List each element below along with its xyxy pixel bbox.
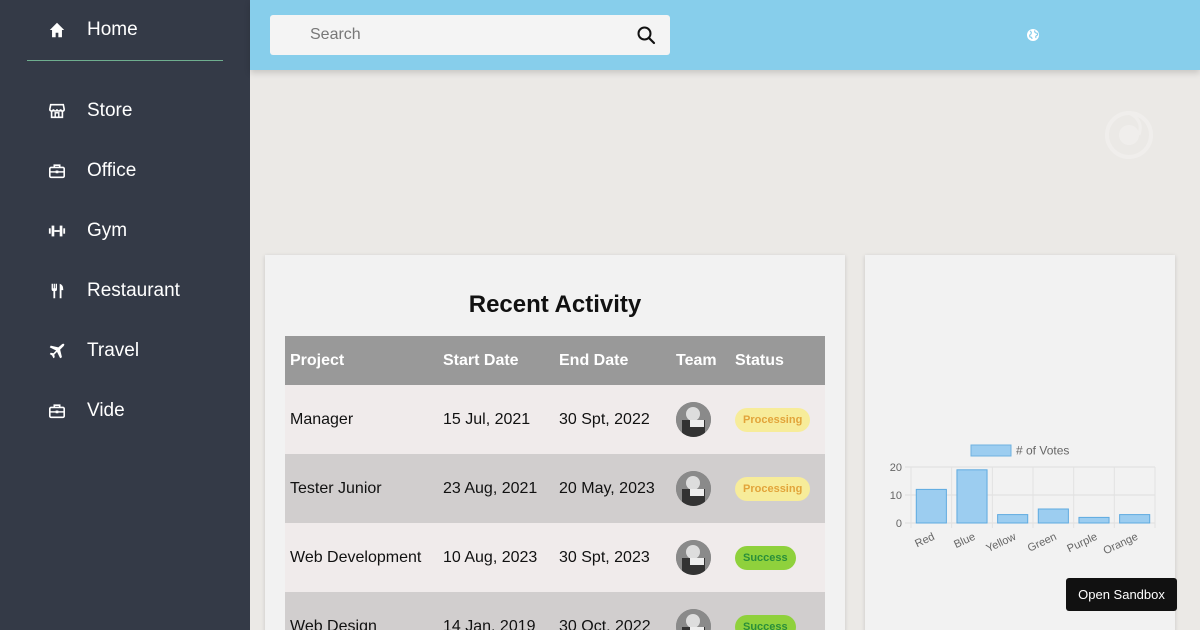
x-tick-label: Orange [1102, 531, 1140, 557]
end-date-cell: 20 May, 2023 [554, 454, 671, 523]
status-badge: Success [735, 545, 796, 570]
sidebar-item-label: Gym [87, 220, 128, 241]
card-title: Recent Activity [468, 291, 642, 318]
x-tick-label: Green [1026, 531, 1059, 555]
bar[interactable] [1078, 516, 1110, 524]
sidebar-item-travel[interactable]: Travel [46, 336, 139, 366]
watermark-logo-icon [1104, 110, 1154, 160]
open-sandbox-button[interactable]: Open Sandbox [1066, 578, 1177, 611]
legend-label[interactable]: # of Votes [1016, 444, 1069, 458]
search-input[interactable] [270, 15, 625, 55]
y-tick-label: 20 [890, 462, 902, 474]
status-cell: Success [730, 592, 825, 630]
status-badge: Processing [735, 476, 811, 501]
start-date-cell: 10 Aug, 2023 [438, 523, 554, 592]
column-header: Start Date [438, 336, 554, 385]
bar-chart: # of Votes 0 10 20 Red Blue Yellow Green Purple O… [890, 444, 1156, 557]
team-cell [671, 385, 730, 454]
sidebar-item-label: Vide [87, 400, 125, 421]
bar[interactable] [1119, 514, 1151, 524]
avatar[interactable] [676, 609, 711, 630]
search-icon[interactable] [636, 25, 656, 45]
sidebar-item-store[interactable]: Store [46, 96, 132, 126]
sidebar-item-gym[interactable]: Gym [46, 216, 127, 246]
status-cell: Processing [730, 454, 825, 523]
sidebar: Home Store Office Gym Restaurant Travel [0, 0, 250, 630]
column-header: Status [730, 336, 825, 385]
avatar[interactable] [676, 540, 711, 575]
avatar[interactable] [676, 471, 711, 506]
top-header [250, 0, 1200, 70]
y-tick-label: 0 [896, 518, 902, 530]
votes-chart-card: # of Votes 0 10 20 Red Blue Yellow Green Purple O… [865, 255, 1175, 630]
utensils-icon [46, 280, 68, 302]
end-date-cell: 30 Spt, 2023 [554, 523, 671, 592]
table-row[interactable]: Web Development 10 Aug, 2023 30 Spt, 2023 S… [285, 523, 825, 592]
briefcase-icon [46, 160, 68, 182]
bar[interactable] [915, 488, 947, 524]
column-header: Project [285, 336, 438, 385]
home-icon [46, 19, 68, 41]
bar[interactable] [1037, 508, 1069, 524]
project-cell: Tester Junior [285, 454, 438, 523]
x-tick-label: Yellow [984, 531, 1018, 555]
sidebar-item-label: Restaurant [87, 280, 180, 301]
search-box [270, 15, 670, 55]
table-row[interactable]: Tester Junior 23 Aug, 2021 20 May, 2023 Pro… [285, 454, 825, 523]
column-header: End Date [554, 336, 671, 385]
status-badge: Success [735, 614, 796, 630]
table-row[interactable]: Manager 15 Jul, 2021 30 Spt, 2022 Processin… [285, 385, 825, 454]
sidebar-item-label: Travel [87, 340, 140, 361]
end-date-cell: 30 Oct, 2022 [554, 592, 671, 630]
bar[interactable] [997, 514, 1029, 524]
project-cell: Manager [285, 385, 438, 454]
team-cell [671, 523, 730, 592]
table-row[interactable]: Web Design 14 Jan, 2019 30 Oct, 2022 Succes… [285, 592, 825, 630]
x-tick-label: Red [913, 531, 936, 550]
bar[interactable] [956, 469, 988, 524]
team-cell [671, 454, 730, 523]
avatar[interactable] [676, 402, 711, 437]
sidebar-item-label: Store [87, 100, 133, 121]
dumbbell-icon [46, 220, 68, 242]
team-cell [671, 592, 730, 630]
store-icon [46, 100, 68, 122]
status-badge: Processing [735, 407, 811, 432]
sidebar-item-office[interactable]: Office [46, 156, 136, 186]
plane-icon [46, 340, 68, 362]
activity-table: Project Start Date End Date Team Status … [285, 336, 825, 630]
sidebar-item-restaurant[interactable]: Restaurant [46, 276, 180, 306]
sidebar-item-home[interactable]: Home [46, 15, 138, 45]
legend-swatch[interactable] [970, 444, 1012, 457]
sidebar-divider [27, 60, 223, 61]
start-date-cell: 15 Jul, 2021 [438, 385, 554, 454]
sidebar-item-label: Home [87, 19, 138, 40]
project-cell: Web Design [285, 592, 438, 630]
start-date-cell: 23 Aug, 2021 [438, 454, 554, 523]
status-cell: Processing [730, 385, 825, 454]
status-cell: Success [730, 523, 825, 592]
column-header: Team [671, 336, 730, 385]
y-tick-label: 10 [890, 490, 902, 502]
project-cell: Web Development [285, 523, 438, 592]
recent-activity-card: Recent Activity Project Start Date End D… [265, 255, 845, 630]
x-tick-label: Blue [952, 531, 977, 551]
briefcase-icon [46, 400, 68, 422]
start-date-cell: 14 Jan, 2019 [438, 592, 554, 630]
globe-icon[interactable] [1026, 28, 1040, 42]
end-date-cell: 30 Spt, 2022 [554, 385, 671, 454]
sidebar-item-vide[interactable]: Vide [46, 396, 125, 426]
x-tick-label: Purple [1065, 531, 1099, 555]
sidebar-item-label: Office [87, 160, 137, 181]
